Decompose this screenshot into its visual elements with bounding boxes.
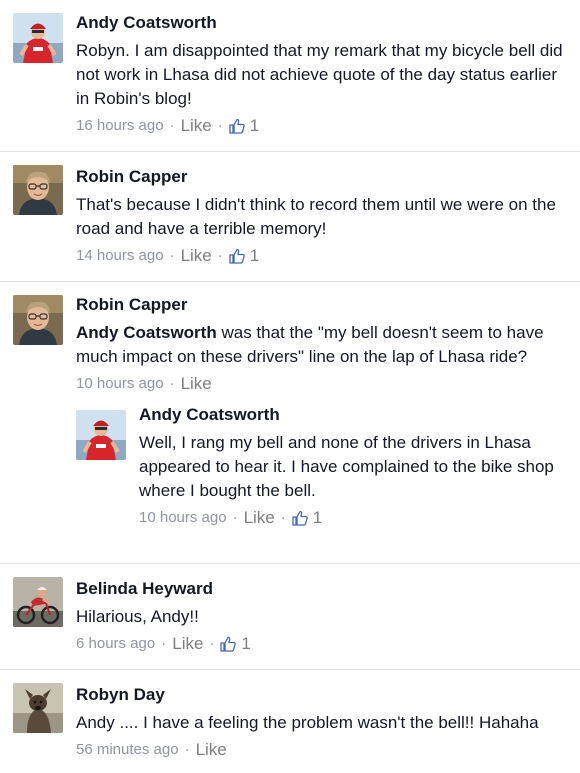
comment-timestamp[interactable]: 6 hours ago — [76, 634, 155, 654]
comment-text: That's because I didn't think to record … — [76, 195, 556, 238]
thumbs-up-icon — [292, 510, 308, 526]
comment-timestamp[interactable]: 56 minutes ago — [76, 740, 179, 760]
avatar[interactable] — [13, 165, 63, 215]
comment-meta: 14 hours ago · Like · 1 — [76, 246, 574, 266]
cyclist-red-jersey-icon — [76, 410, 126, 460]
separator: · — [169, 247, 175, 264]
comment-item: Robin Capper Andy Coatsworth was that th… — [0, 282, 580, 564]
reply-timestamp[interactable]: 10 hours ago — [139, 508, 227, 528]
like-count[interactable]: 1 — [220, 634, 251, 654]
avatar[interactable] — [13, 577, 63, 627]
like-count-value: 1 — [249, 116, 260, 135]
comment-body: Belinda Heyward Hilarious, Andy!! 6 hour… — [76, 578, 574, 654]
separator: · — [184, 741, 190, 758]
comment-meta: 16 hours ago · Like · 1 — [76, 116, 574, 136]
avatar[interactable] — [13, 295, 63, 345]
thumbs-up-icon — [229, 248, 245, 264]
avatar[interactable] — [13, 683, 63, 733]
comment-item: Andy Coatsworth Robyn. I am disappointed… — [0, 0, 580, 152]
comment-body: Robin Capper Andy Coatsworth was that th… — [76, 294, 574, 394]
comment-item: Belinda Heyward Hilarious, Andy!! 6 hour… — [0, 564, 580, 670]
comment-author[interactable]: Andy Coatsworth — [76, 12, 574, 34]
comment-text: Hilarious, Andy!! — [76, 607, 199, 626]
comment-author[interactable]: Robyn Day — [76, 684, 574, 706]
cyclist-on-bike-icon — [13, 577, 63, 627]
comment-timestamp[interactable]: 14 hours ago — [76, 246, 164, 266]
separator: · — [161, 635, 167, 652]
reply-author[interactable]: Andy Coatsworth — [139, 404, 574, 426]
comment-meta: 6 hours ago · Like · 1 — [76, 634, 574, 654]
separator: · — [169, 117, 175, 134]
comment-meta: 56 minutes ago · Like — [76, 740, 574, 760]
reply-body: Andy Coatsworth Well, I rang my bell and… — [139, 404, 574, 528]
comment-author[interactable]: Belinda Heyward — [76, 578, 574, 600]
separator: · — [280, 509, 286, 526]
separator: · — [217, 247, 223, 264]
like-button[interactable]: Like — [244, 508, 275, 528]
comment-timestamp[interactable]: 10 hours ago — [76, 374, 164, 394]
separator: · — [232, 509, 238, 526]
comment-author[interactable]: Robin Capper — [76, 166, 574, 188]
reply-item: Andy Coatsworth Well, I rang my bell and… — [76, 404, 574, 554]
like-button[interactable]: Like — [172, 634, 203, 654]
like-button[interactable]: Like — [181, 374, 212, 394]
mention-link[interactable]: Andy Coatsworth — [76, 323, 217, 342]
avatar[interactable] — [76, 410, 126, 460]
like-button[interactable]: Like — [196, 740, 227, 760]
comment-text: Andy Coatsworth was that the "my bell do… — [76, 321, 574, 369]
comment-text: Robyn. I am disappointed that my remark … — [76, 41, 563, 108]
comment-text: Andy .... I have a feeling the problem w… — [76, 713, 539, 732]
comment-item: Robin Capper That's because I didn't thi… — [0, 152, 580, 282]
man-with-glasses-icon — [13, 165, 63, 215]
separator: · — [169, 375, 175, 392]
comment-author[interactable]: Robin Capper — [76, 294, 574, 316]
like-count[interactable]: 1 — [229, 116, 259, 136]
like-button[interactable]: Like — [181, 116, 212, 136]
like-count[interactable]: 1 — [229, 246, 259, 266]
comment-timestamp[interactable]: 16 hours ago — [76, 116, 164, 136]
like-count[interactable]: 1 — [292, 508, 322, 528]
cyclist-red-jersey-icon — [13, 13, 63, 63]
comment-item: Robyn Day Andy .... I have a feeling the… — [0, 670, 580, 773]
thumbs-up-icon — [220, 636, 237, 652]
dog-icon — [13, 683, 63, 733]
comment-body: Robyn Day Andy .... I have a feeling the… — [76, 684, 574, 760]
like-count-value: 1 — [312, 508, 323, 527]
avatar[interactable] — [13, 13, 63, 63]
comment-meta: 10 hours ago · Like — [76, 374, 574, 394]
like-button[interactable]: Like — [181, 246, 212, 266]
reply-meta: 10 hours ago · Like · 1 — [139, 508, 574, 528]
like-count-value: 1 — [249, 246, 260, 265]
man-with-glasses-icon — [13, 295, 63, 345]
comment-body: Robin Capper That's because I didn't thi… — [76, 166, 574, 266]
like-count-value: 1 — [241, 634, 251, 653]
thumbs-up-icon — [229, 118, 245, 134]
separator: · — [209, 635, 215, 652]
separator: · — [217, 117, 223, 134]
comment-body: Andy Coatsworth Robyn. I am disappointed… — [76, 12, 574, 136]
reply-text: Well, I rang my bell and none of the dri… — [139, 433, 554, 500]
